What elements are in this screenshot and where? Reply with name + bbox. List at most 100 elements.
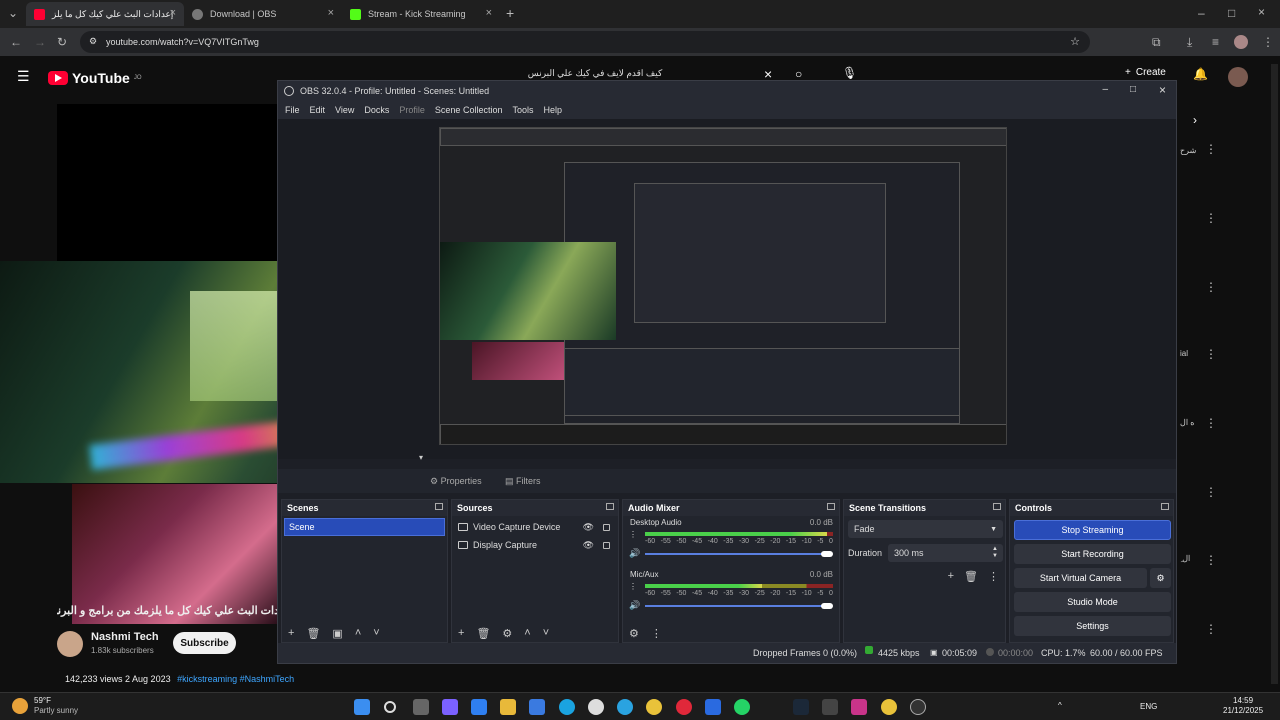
- source-item-display-capture[interactable]: Display Capture 👁: [452, 536, 618, 554]
- bookmark-star-icon[interactable]: ☆: [1070, 35, 1080, 48]
- volume-slider-handle[interactable]: [821, 603, 833, 609]
- search-icon[interactable]: ○: [795, 67, 802, 81]
- new-tab-button[interactable]: +: [506, 5, 514, 21]
- mixer-settings-gear-icon[interactable]: ⚙: [629, 627, 639, 640]
- transition-select[interactable]: Fade ▼: [848, 520, 1003, 538]
- edge-icon[interactable]: [559, 699, 575, 715]
- steam-icon[interactable]: [793, 699, 809, 715]
- program-preview[interactable]: [439, 127, 1007, 445]
- speaker-icon[interactable]: 🔊: [629, 600, 640, 611]
- more-icon[interactable]: ⋮: [1205, 553, 1217, 567]
- back-icon[interactable]: ←: [10, 35, 22, 49]
- remove-source-icon[interactable]: 🗑: [476, 627, 490, 640]
- move-up-icon[interactable]: ˄: [524, 627, 530, 639]
- scene-filters-icon[interactable]: ▣: [332, 627, 342, 640]
- media-icon[interactable]: ≡: [1212, 35, 1219, 49]
- menu-docks[interactable]: Docks: [364, 105, 389, 115]
- visibility-eye-icon[interactable]: 👁: [583, 522, 594, 533]
- source-settings-gear-icon[interactable]: ⚙: [502, 627, 512, 640]
- remove-transition-icon[interactable]: 🗑: [964, 570, 978, 583]
- transition-menu-icon[interactable]: ⋮: [988, 570, 999, 583]
- menu-scene-collection[interactable]: Scene Collection: [435, 105, 503, 115]
- file-explorer-icon[interactable]: [500, 699, 516, 715]
- more-icon[interactable]: ⋮: [1205, 485, 1217, 499]
- reload-icon[interactable]: ↻: [57, 35, 67, 49]
- more-icon[interactable]: ⋮: [1205, 347, 1217, 361]
- settings-button[interactable]: Settings: [1014, 616, 1171, 636]
- remove-scene-icon[interactable]: 🗑: [306, 627, 320, 640]
- capcut-icon[interactable]: [822, 699, 838, 715]
- stop-streaming-button[interactable]: Stop Streaming: [1014, 520, 1171, 540]
- weather-icon[interactable]: [12, 698, 28, 714]
- tab-youtube[interactable]: إعدادات البث علي كيك كل ما يلز ×: [26, 2, 184, 26]
- channel-avatar[interactable]: [57, 631, 83, 657]
- chrome-icon[interactable]: [646, 699, 662, 715]
- hashtags-link[interactable]: #kickstreaming #NashmiTech: [177, 674, 294, 684]
- menu-tools[interactable]: Tools: [512, 105, 533, 115]
- channel-menu-icon[interactable]: ⋮: [629, 582, 637, 591]
- close-tab-icon[interactable]: ×: [170, 7, 176, 19]
- studio-mode-button[interactable]: Studio Mode: [1014, 592, 1171, 612]
- chatgpt-icon[interactable]: [588, 699, 604, 715]
- mixer-menu-icon[interactable]: ⋮: [651, 627, 662, 640]
- channel-name[interactable]: Nashmi Tech: [91, 631, 159, 643]
- downloads-icon[interactable]: ⤓: [1187, 35, 1192, 50]
- scene-item[interactable]: Scene: [284, 518, 445, 536]
- more-icon[interactable]: ⋮: [1205, 280, 1217, 294]
- chevron-right-icon[interactable]: ›: [1193, 113, 1197, 127]
- start-virtual-camera-button[interactable]: Start Virtual Camera: [1014, 568, 1147, 588]
- profile-avatar[interactable]: [1234, 35, 1248, 49]
- clock-date[interactable]: 21/12/2025: [1223, 706, 1263, 715]
- whatsapp-icon[interactable]: [734, 699, 750, 715]
- chrome-menu-icon[interactable]: ⋮: [1262, 35, 1274, 49]
- add-scene-icon[interactable]: +: [288, 627, 294, 639]
- move-down-icon[interactable]: ˅: [373, 627, 379, 639]
- stepper-arrows-icon[interactable]: ▲ ▼: [992, 546, 998, 560]
- menu-profile[interactable]: Profile: [399, 105, 425, 115]
- notifications-bell-icon[interactable]: 🔔: [1193, 67, 1208, 81]
- chrome-icon[interactable]: [881, 699, 897, 715]
- dock-popout-icon[interactable]: [1161, 503, 1169, 510]
- tab-obs-download[interactable]: Download | OBS ×: [184, 2, 342, 26]
- tray-chevron-icon[interactable]: ^: [1058, 701, 1062, 710]
- properties-button[interactable]: ⚙ Properties: [430, 476, 482, 487]
- virtual-camera-settings-gear-icon[interactable]: ⚙: [1150, 568, 1171, 588]
- maximize-icon[interactable]: □: [1228, 6, 1235, 20]
- more-icon[interactable]: ⋮: [1205, 416, 1217, 430]
- move-down-icon[interactable]: ˅: [543, 627, 549, 639]
- copilot-icon[interactable]: [471, 699, 487, 715]
- tab-kick[interactable]: Stream - Kick Streaming ×: [342, 2, 500, 26]
- more-icon[interactable]: ⋮: [1205, 622, 1217, 636]
- teams-icon[interactable]: [442, 699, 458, 715]
- lock-icon[interactable]: [603, 541, 610, 549]
- instagram-icon[interactable]: [851, 699, 867, 715]
- volume-slider[interactable]: [645, 605, 827, 607]
- menu-view[interactable]: View: [335, 105, 354, 115]
- language-indicator[interactable]: ENG: [1140, 702, 1157, 711]
- start-menu-icon[interactable]: [354, 699, 370, 715]
- dropbox-icon[interactable]: [705, 699, 721, 715]
- more-icon[interactable]: ⋮: [1205, 211, 1217, 225]
- close-window-icon[interactable]: ×: [1159, 83, 1166, 97]
- maximize-icon[interactable]: □: [1130, 84, 1136, 95]
- add-source-icon[interactable]: +: [458, 627, 464, 639]
- menu-help[interactable]: Help: [543, 105, 562, 115]
- start-recording-button[interactable]: Start Recording: [1014, 544, 1171, 564]
- volume-slider[interactable]: [645, 553, 827, 555]
- close-window-icon[interactable]: ×: [1258, 5, 1265, 19]
- clock-time[interactable]: 14:59: [1233, 696, 1253, 705]
- page-scrollbar[interactable]: [1271, 64, 1278, 684]
- store-icon[interactable]: [529, 699, 545, 715]
- extensions-icon[interactable]: ⧉: [1152, 35, 1161, 50]
- minimize-icon[interactable]: –: [1102, 84, 1108, 95]
- dock-popout-icon[interactable]: [827, 503, 835, 510]
- microphone-icon[interactable]: 🎙: [842, 66, 857, 80]
- forward-icon[interactable]: →: [34, 35, 46, 49]
- volume-slider-handle[interactable]: [821, 551, 833, 557]
- close-tab-icon[interactable]: ×: [328, 7, 334, 19]
- site-info-icon[interactable]: ⚙: [89, 36, 97, 47]
- visibility-eye-icon[interactable]: 👁: [583, 540, 594, 551]
- search-icon[interactable]: [384, 701, 396, 713]
- dock-popout-icon[interactable]: [435, 503, 443, 510]
- pinterest-icon[interactable]: [676, 699, 692, 715]
